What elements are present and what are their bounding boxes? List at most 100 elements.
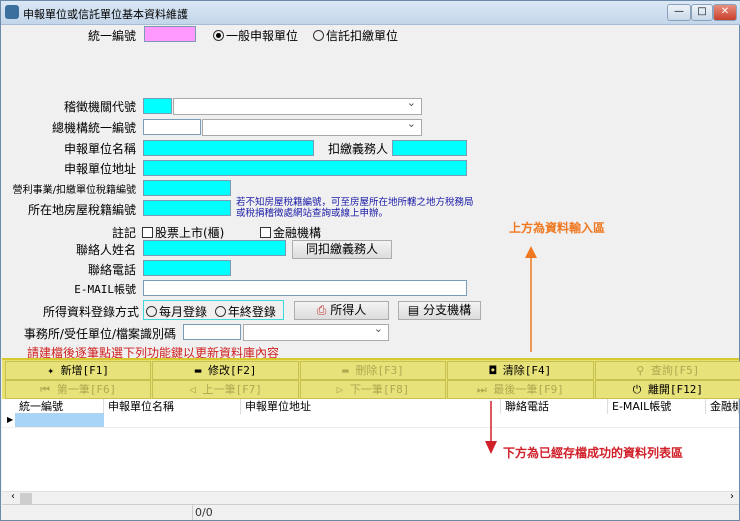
radio-yearly[interactable]: 年終登錄 [214,305,276,319]
withholder-label: 扣繳義務人 [328,142,389,156]
radio-icon [214,306,226,317]
annotation-bottom: 下方為已經存檔成功的資料列表區 [503,446,684,460]
entry-method-label: 所得資料登錄方式 [42,305,139,319]
horizontal-scrollbar[interactable]: ‹ › [2,491,739,504]
window-title: 申報單位或信託單位基本資料維護 [23,8,188,21]
function-key-7: ◁ 上一筆[F7] [152,380,299,399]
radio-general-unit[interactable]: 一般申報單位 [213,27,298,44]
function-key-icon: ⚲ [636,364,645,377]
main-window: 申報單位或信託單位基本資料維護 — □ ✕ 統一編號 一般申報單位 信託扣繳單位… [0,0,740,521]
scroll-thumb[interactable] [20,493,32,504]
minimize-button[interactable]: — [667,4,691,21]
radio-monthly[interactable]: 每月登錄 [146,305,207,319]
function-key-2[interactable]: ▬ 修改[F2] [152,361,299,380]
withholder-input[interactable] [392,140,467,156]
column-header[interactable]: 統一編號 [15,399,104,414]
tax-office-select[interactable] [173,96,422,115]
status-bar: 0/0 [2,504,739,520]
selected-cell[interactable] [15,413,104,427]
phone-input[interactable] [143,260,231,276]
contact-name-label: 聯絡人姓名 [75,243,136,257]
phone-label: 聯絡電話 [87,263,136,277]
column-header[interactable]: 申報單位名稱 [104,399,241,414]
function-key-icon: ◁ [189,383,196,396]
business-tax-id-input[interactable] [143,180,231,196]
ban-input[interactable] [144,26,196,42]
house-tax-note: 若不知房屋稅籍編號，可至房屋所在地所轄之地方稅務局或稅捐稽徵處網站查詢或線上申辦… [236,197,474,219]
office-select[interactable] [243,322,389,341]
column-header[interactable]: 申報單位地址 [241,399,501,414]
function-key-icon: ⏭ [476,383,487,396]
office-label: 事務所/受任單位/檔案識別碼 [23,327,176,341]
function-key-icon: ⏻ [632,383,642,396]
hq-ban-input[interactable] [143,119,201,135]
column-header[interactable]: 聯絡電話 [501,399,608,414]
income-person-button[interactable]: ⎙ 所得人 [294,301,389,320]
same-as-withholder-button[interactable]: 同扣繳義務人 [292,240,392,259]
column-header[interactable]: 金融機 [706,399,739,414]
row-divider [2,427,739,428]
function-key-icon: ▬ [342,364,349,377]
close-button[interactable]: ✕ [713,4,737,21]
checkbox-icon [260,227,271,238]
financial-checkbox[interactable]: 金融機構 [260,224,321,241]
address-input[interactable] [143,160,467,176]
button-label: 分支機構 [423,303,472,317]
listed-checkbox[interactable]: 股票上市(櫃) [142,224,224,241]
radio-icon [213,30,224,41]
hq-ban-label: 總機構統一編號 [51,121,136,135]
function-key-label: 清除[F4] [502,364,552,377]
tax-office-code-input[interactable] [143,98,172,114]
function-key-9: ⏭ 最後一筆[F9] [447,380,594,399]
remark-label: 註記 [111,226,136,240]
app-icon [5,5,19,19]
function-key-label: 最後一筆[F9] [493,383,564,396]
column-header[interactable]: E-MAIL帳號 [608,399,706,414]
house-tax-id-input[interactable] [143,200,231,216]
function-key-label: 新增[F1] [60,364,110,377]
function-key-label: 修改[F2] [207,364,257,377]
radio-label: 每月登錄 [159,305,208,319]
function-key-10[interactable]: ⏻ 離開[F12] [594,380,740,399]
function-key-label: 刪除[F3] [355,364,404,377]
function-key-3: ▬ 刪除[F3] [299,361,447,380]
function-key-4[interactable]: ◘ 清除[F4] [447,361,594,380]
annotation-top: 上方為資料輸入區 [509,221,606,235]
ban-label: 統一編號 [87,29,136,43]
checkbox-label: 金融機構 [273,226,322,240]
unit-name-input[interactable] [143,140,314,156]
maximize-button[interactable]: □ [691,4,713,21]
radio-label: 一般申報單位 [226,29,299,43]
contact-name-input[interactable] [143,240,286,256]
row-indicator-icon: ▶ [7,415,14,424]
business-tax-id-label: 營利事業/扣繳單位稅籍編號 [12,185,136,196]
radio-icon [146,306,157,317]
email-input[interactable] [143,280,467,296]
checkbox-label: 股票上市(櫃) [155,226,225,240]
function-key-icon: ▬ [194,364,202,377]
radio-trust-unit[interactable]: 信託扣繳單位 [313,27,398,44]
radio-label: 信託扣繳單位 [326,29,399,43]
checkbox-icon [142,227,153,238]
function-key-label: 離開[F12] [647,383,704,396]
function-key-label: 上一筆[F7] [202,383,262,396]
hq-ban-select[interactable] [202,117,422,136]
radio-icon [313,30,324,41]
radio-label: 年終登錄 [227,305,276,319]
printer-icon: ⎙ [316,303,327,317]
function-key-label: 查詢[F5] [650,364,700,377]
house-tax-id-label: 所在地房屋稅籍編號 [27,203,136,217]
function-key-1[interactable]: ✦ 新增[F1] [5,361,152,380]
function-key-icon: ✦ [47,364,54,377]
function-key-6: ⏮ 第一筆[F6] [5,380,152,399]
documents-icon: ▤ [407,303,420,317]
scroll-right-icon[interactable]: › [730,491,734,502]
unit-name-label: 申報單位名稱 [63,142,136,156]
branch-button[interactable]: ▤ 分支機構 [398,301,481,320]
up-arrow-icon [525,246,537,352]
email-label: E-MAIL帳號 [74,283,136,296]
office-input[interactable] [183,324,241,340]
function-key-5: ⚲ 查詢[F5] [594,361,740,380]
scroll-left-icon[interactable]: ‹ [11,491,15,502]
function-key-icon: ◘ [489,364,497,377]
